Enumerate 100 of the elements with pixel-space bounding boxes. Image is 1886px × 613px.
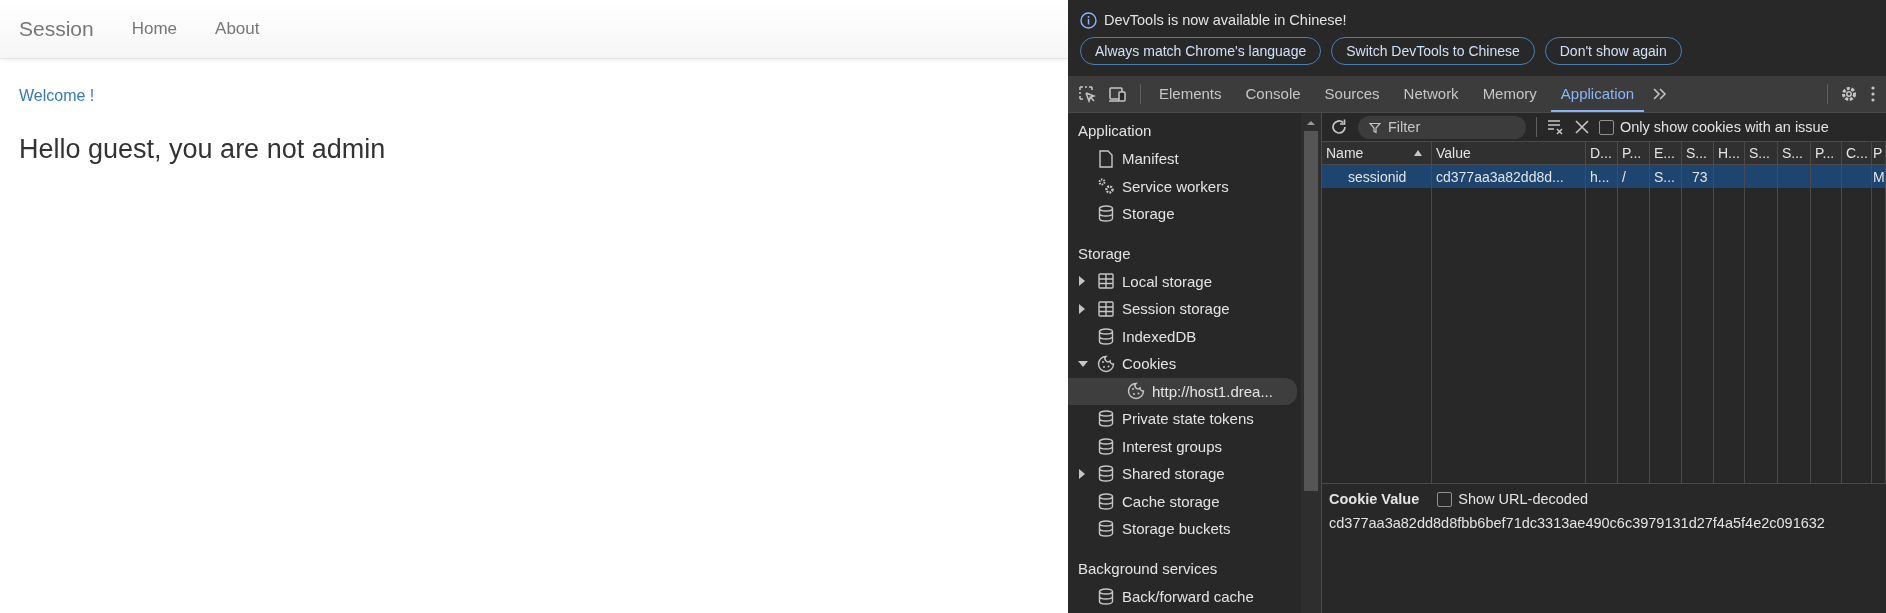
- info-icon: [1080, 11, 1097, 29]
- sidebar-item[interactable]: IndexedDB: [1068, 322, 1297, 350]
- menu-icon[interactable]: [1870, 85, 1876, 103]
- sidebar-item[interactable]: Shared storage: [1068, 460, 1297, 487]
- cookie-icon: [1097, 354, 1115, 373]
- database-icon: [1098, 587, 1114, 605]
- table-cell: /: [1622, 168, 1626, 185]
- collapsed-arrow-icon[interactable]: [1078, 468, 1086, 479]
- table-cell: S...: [1654, 168, 1675, 185]
- column-header[interactable]: C...: [1842, 142, 1872, 165]
- sort-ascending-icon: [1413, 149, 1423, 157]
- checkbox[interactable]: [1437, 491, 1453, 507]
- table-cell: sessionid: [1348, 168, 1407, 185]
- database-icon: [1098, 520, 1114, 537]
- refresh-icon[interactable]: [1330, 118, 1348, 136]
- checkbox-label[interactable]: Show URL-decoded: [1458, 491, 1589, 507]
- sidebar-item[interactable]: Storage buckets: [1068, 515, 1297, 542]
- sidebar-item-label[interactable]: Back/forward cache: [1122, 587, 1254, 605]
- cookie-value-title: Cookie Value: [1329, 491, 1420, 507]
- table-icon: [1098, 273, 1114, 289]
- sidebar-item[interactable]: Interest groups: [1068, 432, 1297, 460]
- database-icon: [1098, 327, 1114, 345]
- devtools-tab[interactable]: Elements: [1149, 76, 1232, 112]
- sidebar-item-label[interactable]: Shared storage: [1122, 465, 1225, 482]
- sidebar-item[interactable]: Storage: [1068, 200, 1297, 227]
- cookie-icon: [1127, 382, 1145, 400]
- sidebar-item-label[interactable]: Cookies: [1122, 355, 1177, 372]
- clear-all-icon[interactable]: [1547, 119, 1565, 135]
- column-header[interactable]: S...: [1682, 142, 1714, 165]
- device-toolbar-icon[interactable]: [1108, 85, 1128, 103]
- close-icon[interactable]: [1575, 120, 1589, 134]
- devtools-tab[interactable]: Console: [1235, 76, 1311, 112]
- filter-field[interactable]: Filter: [1358, 115, 1526, 139]
- column-header[interactable]: H...: [1714, 142, 1745, 165]
- sidebar-item[interactable]: Cache storage: [1068, 487, 1297, 515]
- sidebar-item-label[interactable]: Cache storage: [1122, 492, 1220, 510]
- cookie-value-text: cd377aa3a82dd8d8fbb6bef71dc3313ae490c6c3979131d27f4a5f4e2c091632: [1329, 515, 1826, 531]
- database-icon: [1098, 205, 1114, 222]
- infobar-message: DevTools is now available in Chinese!: [1104, 12, 1347, 28]
- sidebar-item-label[interactable]: Private state tokens: [1122, 410, 1254, 427]
- sidebar-item[interactable]: http://host1.drea...: [1068, 377, 1297, 405]
- table-cell: M: [1873, 168, 1885, 185]
- table-cell: 73: [1692, 168, 1708, 185]
- sidebar-item-label[interactable]: Interest groups: [1122, 437, 1223, 455]
- sidebar-item-label[interactable]: IndexedDB: [1122, 327, 1197, 345]
- devtools-tab[interactable]: Memory: [1472, 76, 1547, 112]
- column-header[interactable]: S...: [1778, 142, 1811, 165]
- sidebar-item-label[interactable]: Storage buckets: [1122, 520, 1231, 537]
- database-icon: [1098, 465, 1114, 482]
- gears-icon: [1097, 177, 1115, 195]
- column-header[interactable]: P...: [1811, 142, 1842, 165]
- sidebar-item[interactable]: Session storage: [1068, 295, 1297, 322]
- sidebar-item[interactable]: Cookies: [1068, 350, 1297, 377]
- sidebar-item-label[interactable]: Local storage: [1122, 272, 1213, 290]
- collapsed-arrow-icon[interactable]: [1078, 303, 1086, 314]
- sidebar-item[interactable]: Private state tokens: [1068, 405, 1297, 432]
- nav-link[interactable]: Home: [131, 19, 178, 39]
- table-icon: [1098, 300, 1114, 317]
- collapsed-arrow-icon[interactable]: [1078, 276, 1086, 286]
- document-icon: [1099, 149, 1113, 168]
- more-tabs-icon[interactable]: [1652, 87, 1669, 101]
- table-row[interactable]: sessionid cd377aa3a82dd8d... h... / S... 73 M: [1322, 165, 1886, 188]
- database-icon: [1098, 437, 1114, 455]
- sidebar-item-label[interactable]: Storage: [1122, 205, 1175, 222]
- sidebar-item[interactable]: Manifest: [1068, 145, 1297, 172]
- sidebar-section-title: Application: [1077, 121, 1153, 141]
- sidebar-item[interactable]: Back/forward cache: [1068, 582, 1297, 610]
- page-heading: Hello guest, you are not admin: [19, 134, 387, 165]
- sidebar-item[interactable]: Service workers: [1068, 172, 1297, 200]
- inspect-element-icon[interactable]: [1078, 85, 1096, 103]
- brand-link[interactable]: Session: [19, 17, 94, 41]
- sidebar-section-title: Storage: [1077, 243, 1132, 264]
- scrollbar[interactable]: [1301, 113, 1321, 613]
- table-cell: h...: [1590, 168, 1610, 185]
- checkbox-label[interactable]: Only show cookies with an issue: [1620, 119, 1829, 135]
- sidebar-item-label[interactable]: Service workers: [1122, 177, 1229, 195]
- column-header[interactable]: P: [1872, 142, 1886, 165]
- sidebar-item-label[interactable]: http://host1.drea...: [1152, 382, 1273, 400]
- column-header[interactable]: Value: [1432, 142, 1586, 165]
- filter-icon: [1369, 121, 1381, 134]
- sidebar-item-label[interactable]: Manifest: [1122, 150, 1179, 167]
- sidebar-item-label[interactable]: Session storage: [1122, 300, 1230, 317]
- column-header[interactable]: Name: [1322, 142, 1432, 165]
- devtools-tab[interactable]: Sources: [1314, 76, 1390, 112]
- expanded-arrow-icon[interactable]: [1078, 359, 1088, 368]
- table-cell: cd377aa3a82dd8d...: [1436, 168, 1564, 185]
- checkbox[interactable]: [1599, 119, 1614, 135]
- scroll-up-arrow-icon[interactable]: [1306, 119, 1316, 127]
- devtools-tab[interactable]: Application: [1550, 76, 1645, 112]
- column-header[interactable]: S...: [1745, 142, 1778, 165]
- column-header[interactable]: D...: [1586, 142, 1618, 165]
- sidebar-item[interactable]: Local storage: [1068, 267, 1297, 295]
- nav-link[interactable]: About: [215, 19, 260, 39]
- sidebar-section-title: Background services: [1077, 558, 1219, 579]
- column-header[interactable]: E...: [1650, 142, 1682, 165]
- column-header[interactable]: P...: [1618, 142, 1650, 165]
- database-icon: [1098, 410, 1114, 427]
- database-icon: [1098, 492, 1114, 510]
- devtools-tab[interactable]: Network: [1393, 76, 1469, 112]
- settings-icon[interactable]: [1840, 85, 1858, 103]
